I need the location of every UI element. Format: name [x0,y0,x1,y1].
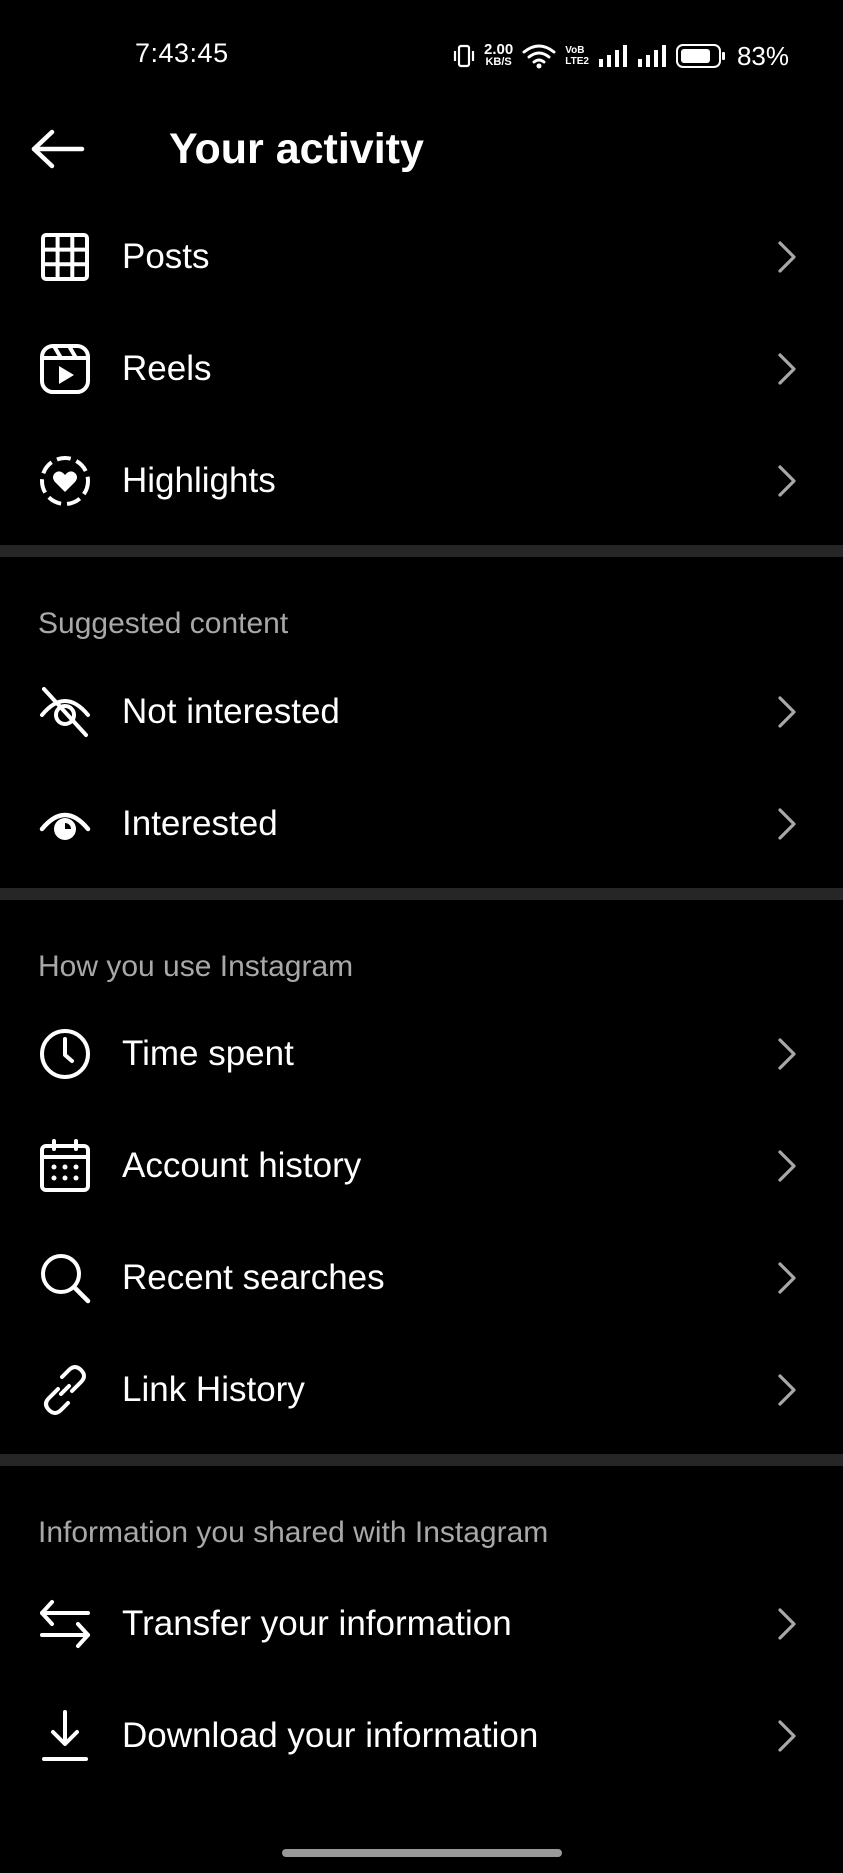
status-time: 7:43:45 [135,38,229,68]
menu-item-link-history[interactable]: Link History [0,1334,843,1446]
menu-item-posts[interactable]: Posts [0,201,843,313]
activity-list: Posts Reels Highlights Suggested content… [0,201,843,1792]
section-divider [0,1454,843,1466]
signal-icon [598,45,628,67]
volte-indicator: VoB LTE2 [565,45,589,67]
chevron-right-icon [773,1146,801,1186]
menu-item-label: Interested [122,804,278,843]
network-speed-value: 2.00 [484,41,514,58]
menu-item-label: Link History [122,1370,305,1409]
menu-item-not-interested[interactable]: Not interested [0,656,843,768]
volte-top: VoB [565,45,585,56]
calendar-icon [38,1139,92,1193]
section-title: Information you shared with Instagram [38,1516,549,1549]
transfer-icon [38,1597,92,1651]
search-icon [38,1251,92,1305]
section-title: How you use Instagram [38,950,354,983]
network-speed-unit: KB/S [485,56,512,68]
section-divider [0,545,843,557]
menu-item-reels[interactable]: Reels [0,313,843,425]
arrow-left-icon [30,129,86,174]
battery-icon [675,44,726,68]
wifi-icon [522,43,556,69]
chevron-right-icon [773,1258,801,1298]
network-speed: 2.00 KB/S [484,41,514,68]
menu-item-label: Account history [122,1146,362,1185]
menu-item-label: Transfer your information [122,1604,512,1643]
chevron-right-icon [773,1604,801,1644]
grid-icon [38,230,92,284]
menu-item-account-history[interactable]: Account history [0,1110,843,1222]
section-title: Suggested content [38,607,289,640]
menu-item-label: Posts [122,237,210,276]
vibrate-icon [453,44,475,68]
menu-item-label: Not interested [122,692,340,731]
chevron-right-icon [773,461,801,501]
section-how-you-use: How you use Instagram [0,900,843,998]
chevron-right-icon [773,237,801,277]
link-icon [38,1363,92,1417]
menu-item-download-information[interactable]: Download your information [0,1680,843,1792]
reels-icon [38,342,92,396]
menu-item-transfer-information[interactable]: Transfer your information [0,1568,843,1680]
page-title: Your activity [169,125,424,173]
menu-item-label: Recent searches [122,1258,385,1297]
menu-item-label: Time spent [122,1034,294,1073]
status-icons: 2.00 KB/S VoB LTE2 83% [453,36,789,76]
chevron-right-icon [773,1370,801,1410]
eye-icon [38,797,92,851]
home-indicator[interactable] [282,1849,562,1857]
section-information-shared: Information you shared with Instagram [0,1466,843,1568]
volte-bottom: LTE2 [565,56,589,67]
clock-icon [38,1027,92,1081]
chevron-right-icon [773,1716,801,1756]
status-bar: 7:43:45 2.00 KB/S VoB LTE2 83% [0,0,843,112]
section-divider [0,888,843,900]
back-button[interactable] [30,126,100,176]
eye-slash-icon [38,685,92,739]
chevron-right-icon [773,692,801,732]
menu-item-label: Download your information [122,1716,539,1755]
header: Your activity [0,112,843,188]
chevron-right-icon [773,349,801,389]
download-icon [38,1709,92,1763]
section-suggested-content: Suggested content [0,557,843,656]
highlights-icon [38,454,92,508]
chevron-right-icon [773,804,801,844]
menu-item-time-spent[interactable]: Time spent [0,998,843,1110]
menu-item-label: Reels [122,349,212,388]
menu-item-recent-searches[interactable]: Recent searches [0,1222,843,1334]
battery-percent: 83% [736,40,789,71]
signal-icon [637,45,667,67]
menu-item-label: Highlights [122,461,276,500]
menu-item-highlights[interactable]: Highlights [0,425,843,537]
menu-item-interested[interactable]: Interested [0,768,843,880]
chevron-right-icon [773,1034,801,1074]
